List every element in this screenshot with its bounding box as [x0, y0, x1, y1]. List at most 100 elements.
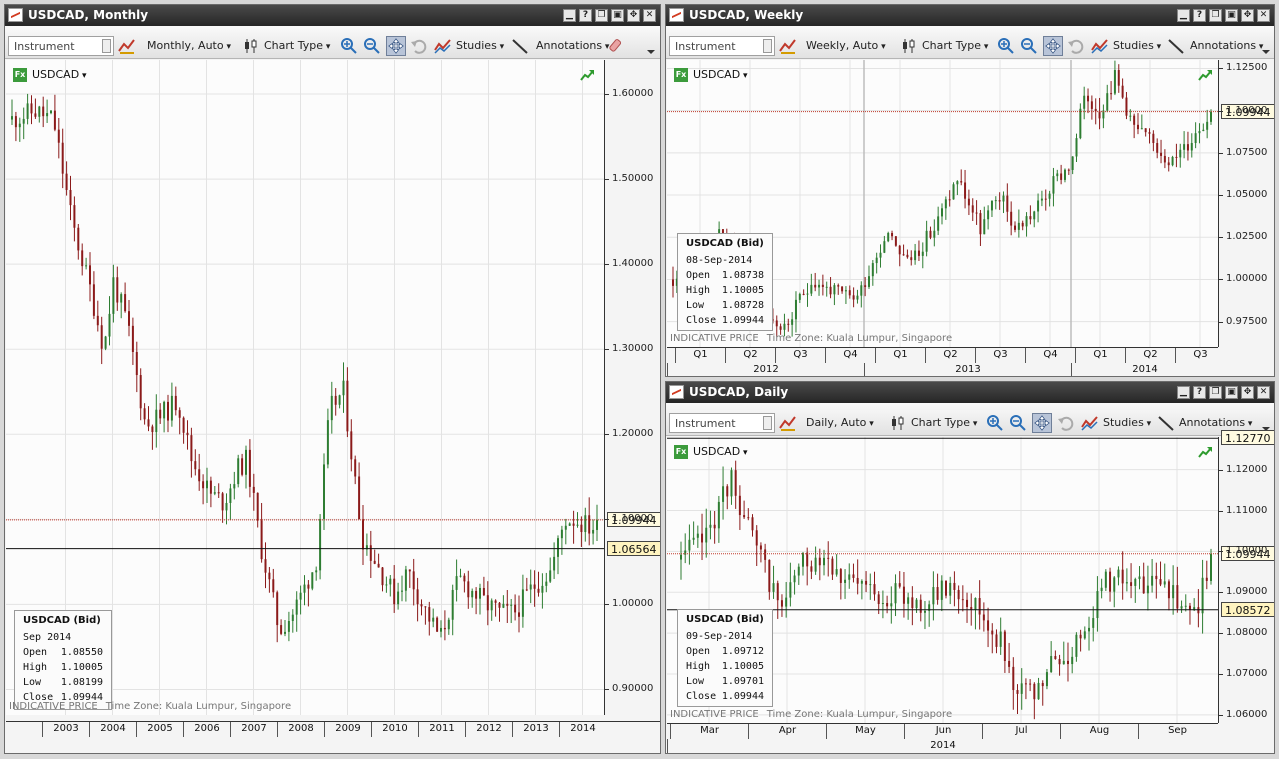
draw-tools-icon[interactable] — [778, 413, 798, 433]
candlestick-icon[interactable] — [888, 413, 908, 433]
eraser-icon[interactable] — [606, 36, 626, 56]
draw-tools-icon[interactable] — [778, 36, 798, 56]
monthly-title-bar[interactable]: USDCAD, Monthly ▁ ? ❐ ▣ ✥ ✕ — [5, 5, 660, 26]
candle-body — [1188, 605, 1191, 610]
draw-tools-icon[interactable] — [117, 36, 137, 56]
help-icon[interactable]: ? — [1193, 9, 1206, 22]
maximize-icon[interactable]: ▣ — [1225, 386, 1238, 399]
zoom-in-icon[interactable] — [985, 413, 1005, 433]
monthly-plot-area[interactable]: FxUSDCAD USDCAD (Bid) Sep 2014 Open 1.085… — [6, 60, 604, 715]
candle-body — [362, 519, 364, 550]
period-dropdown[interactable]: Weekly, Auto — [806, 39, 886, 52]
candle-body — [1071, 656, 1074, 665]
chart-type-dropdown[interactable]: Chart Type — [911, 416, 977, 429]
restore-icon[interactable]: ❐ — [595, 9, 608, 22]
help-icon[interactable]: ? — [579, 9, 592, 22]
weekly-title-bar[interactable]: USDCAD, Weekly ▁ ? ❐ ▣ ✥ ✕ — [666, 5, 1274, 26]
resize-icon[interactable]: ✥ — [627, 9, 640, 22]
daily-plot-area[interactable]: FxUSDCAD USDCAD (Bid) 09-Sep-2014 Open 1.… — [667, 437, 1218, 723]
undo-icon[interactable] — [1066, 36, 1086, 56]
pan-icon[interactable] — [386, 36, 406, 56]
open-label: Open — [23, 647, 48, 658]
instrument-legend[interactable]: Fx USDCAD — [674, 445, 748, 459]
instrument-input[interactable]: Instrument — [669, 36, 775, 56]
daily-x-axis[interactable]: Mar Apr May Jun Jul Aug Sep 2014 — [667, 723, 1218, 753]
annotations-dropdown[interactable]: Annotations — [536, 39, 609, 52]
candle-body — [791, 319, 794, 325]
zoom-out-icon[interactable] — [1019, 36, 1039, 56]
studies-dropdown[interactable]: Studies — [1103, 416, 1151, 429]
close-icon[interactable]: ✕ — [1257, 386, 1270, 399]
maximize-icon[interactable]: ▣ — [611, 9, 624, 22]
y-tick-mark — [1219, 110, 1223, 112]
restore-icon[interactable]: ❐ — [1209, 9, 1222, 22]
daily-y-axis[interactable]: 1.12770 1.09944 1.08572 1.12000 1.11000 1.… — [1218, 430, 1274, 723]
minimize-icon[interactable]: ▁ — [1177, 386, 1190, 399]
minimize-icon[interactable]: ▁ — [1177, 9, 1190, 22]
lookup-icon[interactable] — [102, 39, 111, 53]
instrument-legend[interactable]: Fx USDCAD — [674, 68, 748, 82]
chart-type-dropdown[interactable]: Chart Type — [264, 39, 330, 52]
monthly-x-axis[interactable]: 2003 2004 2005 2006 2007 2008 2009 2010 2011 2012… — [6, 721, 660, 738]
lookup-icon[interactable] — [763, 39, 772, 53]
low-label: Low — [23, 677, 42, 688]
resize-icon[interactable]: ✥ — [1241, 9, 1254, 22]
undo-icon[interactable] — [1056, 413, 1076, 433]
annotation-line-icon[interactable] — [510, 36, 530, 56]
zoom-in-icon[interactable] — [339, 36, 359, 56]
daily-title-bar[interactable]: USDCAD, Daily ▁ ? ❐ ▣ ✥ ✕ — [666, 382, 1274, 403]
candle-body — [124, 294, 127, 312]
instrument-legend[interactable]: Fx USDCAD — [13, 68, 87, 82]
close-icon[interactable]: ✕ — [1257, 9, 1270, 22]
minimize-icon[interactable]: ▁ — [563, 9, 576, 22]
lookup-icon[interactable] — [763, 416, 772, 430]
zoom-out-icon[interactable] — [362, 36, 382, 56]
weekly-plot-area[interactable]: FxUSDCAD USDCAD (Bid) 08-Sep-2014 Open 1.… — [667, 60, 1218, 347]
x-tick-label: Q3 — [975, 348, 1025, 363]
y-tick-mark — [1219, 195, 1223, 197]
undo-icon[interactable] — [409, 36, 429, 56]
resize-icon[interactable]: ✥ — [1241, 386, 1254, 399]
studies-dropdown[interactable]: Studies — [456, 39, 504, 52]
candle-body — [506, 603, 509, 606]
help-icon[interactable]: ? — [1193, 386, 1206, 399]
period-dropdown[interactable]: Monthly, Auto — [147, 39, 231, 52]
period-dropdown[interactable]: Daily, Auto — [806, 416, 874, 429]
scroll-down-icon[interactable] — [645, 36, 657, 56]
candle-body — [568, 523, 571, 526]
studies-icon[interactable] — [1090, 36, 1110, 56]
restore-icon[interactable]: ❐ — [1209, 386, 1222, 399]
instrument-input[interactable]: Instrument — [669, 413, 775, 433]
close-icon[interactable]: ✕ — [643, 9, 656, 22]
candlestick-icon[interactable] — [899, 36, 919, 56]
annotation-line-icon[interactable] — [1166, 36, 1186, 56]
scroll-down-icon[interactable] — [1260, 36, 1272, 56]
pan-icon[interactable] — [1032, 413, 1052, 433]
weekly-y-axis[interactable]: 1.09944 1.12500 1.10000 1.07500 1.05000 1.02… — [1218, 60, 1274, 347]
annotation-line-icon[interactable] — [1156, 413, 1176, 433]
weekly-x-axis[interactable]: Q1 Q2 Q3 Q4 Q1 Q2 Q3 Q4 Q1 Q2 Q3 2012 2013 2014 — [667, 347, 1218, 376]
candle-body — [369, 545, 372, 561]
candle-body — [159, 409, 162, 419]
candle-body — [780, 600, 783, 607]
annotations-dropdown[interactable]: Annotations — [1190, 39, 1263, 52]
instrument-input[interactable]: Instrument — [8, 36, 114, 56]
annotations-dropdown[interactable]: Annotations — [1179, 416, 1252, 429]
candle-body — [1210, 553, 1212, 581]
weekly-toolbar: Instrument Weekly, Auto Chart Type Studi… — [666, 26, 1274, 59]
studies-icon[interactable] — [433, 36, 453, 56]
maximize-icon[interactable]: ▣ — [1225, 9, 1238, 22]
zoom-in-icon[interactable] — [996, 36, 1016, 56]
chart-type-dropdown[interactable]: Chart Type — [922, 39, 988, 52]
pan-icon[interactable] — [1043, 36, 1063, 56]
candle-body — [818, 557, 821, 566]
studies-icon[interactable] — [1080, 413, 1100, 433]
candle-body — [1045, 672, 1048, 687]
candlestick-icon[interactable] — [241, 36, 261, 56]
footer-note: INDICATIVE PRICE Time Zone: Kuala Lumpur,… — [9, 701, 291, 712]
zoom-out-icon[interactable] — [1008, 413, 1028, 433]
monthly-y-axis[interactable]: 1.09944 1.06564 1.60000 1.50000 1.40000 1.3… — [604, 60, 660, 715]
studies-dropdown[interactable]: Studies — [1113, 39, 1161, 52]
candle-body — [1029, 683, 1032, 685]
candle-body — [1017, 222, 1020, 230]
